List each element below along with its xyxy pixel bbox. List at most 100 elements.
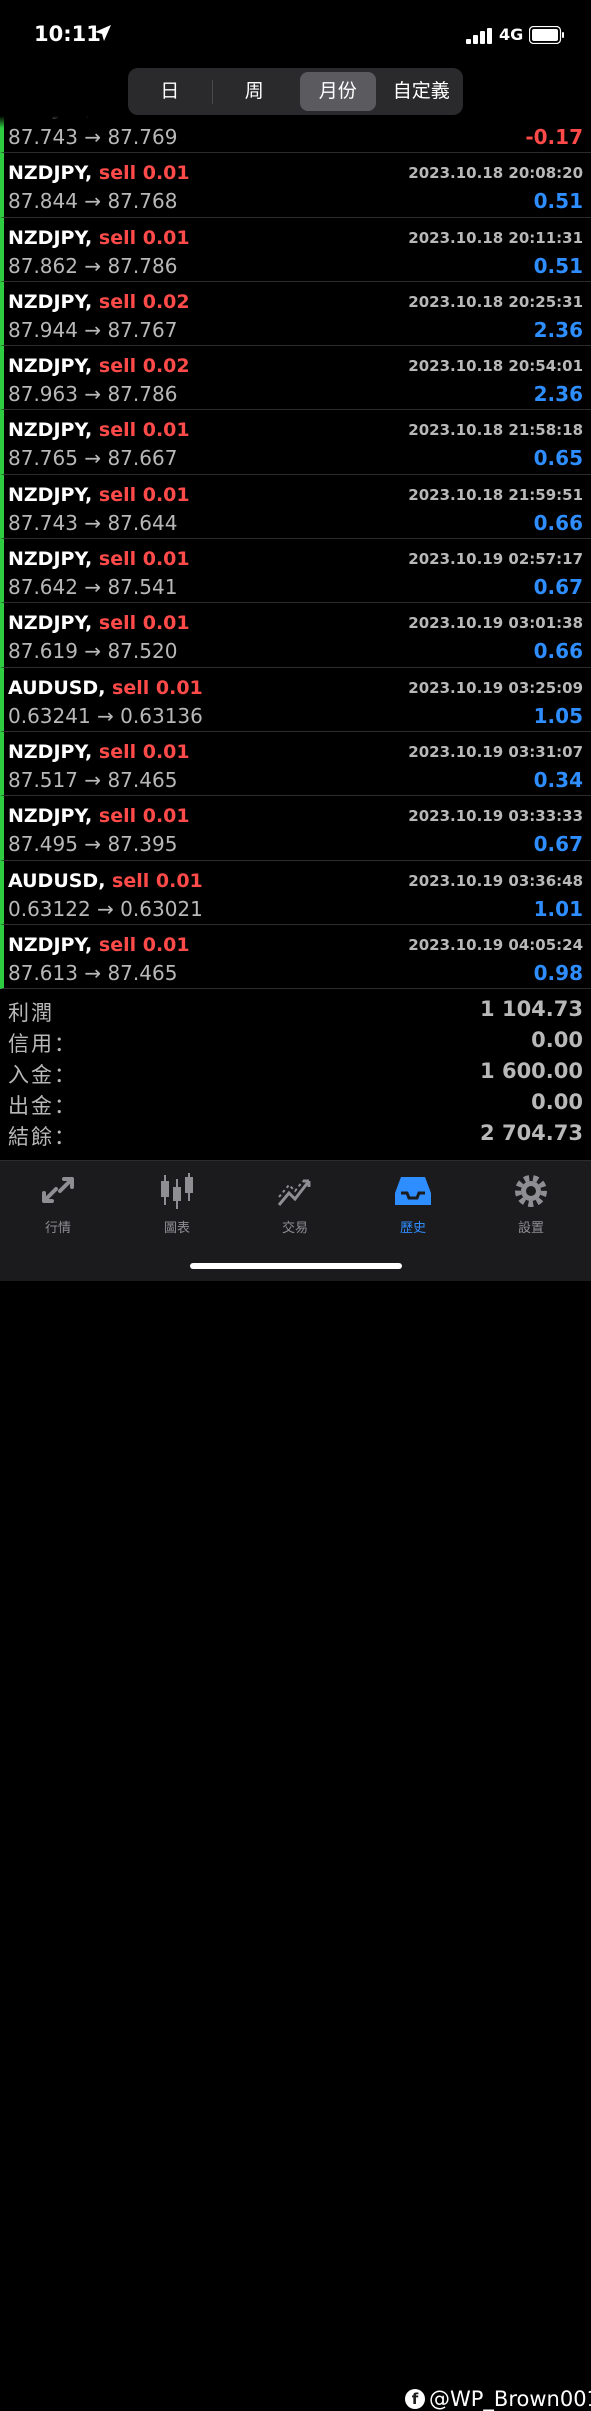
symbol-text: AUDUSD, <box>8 869 106 892</box>
trade-row[interactable]: NZDJPY, sell 0.01 87.517 → 87.465 2023.10.… <box>0 731 591 797</box>
trade-datetime: 2023.10.19 04:05:24 <box>408 935 583 954</box>
segment-day[interactable]: 日 <box>132 72 208 111</box>
trade-symbol: NZDJPY, sell 0.01 <box>8 162 190 184</box>
trade-row[interactable]: NZDJPY, sell 0.01 87.495 → 87.395 2023.10.… <box>0 796 591 861</box>
symbol-text: NZDJPY, <box>8 226 93 249</box>
summary-label: 入金： <box>8 1063 77 1087</box>
trade-prices: 87.517 → 87.465 <box>8 767 178 792</box>
period-selector: 日 周 月份 自定義 <box>128 68 463 115</box>
tab-label: 設置 <box>517 1221 544 1236</box>
trade-symbol: NZDJPY, sell 0.01 <box>8 934 190 956</box>
battery-icon <box>529 26 564 44</box>
trade-action: sell 0.01 <box>98 548 190 571</box>
trade-profit: -0.17 <box>525 125 583 149</box>
summary-deposit: 入金： 1 600.00 <box>0 1056 591 1087</box>
watermark: f @WP_Brown001 <box>405 2387 591 2411</box>
trade-datetime: 2023.10.19 03:36:48 <box>408 871 583 890</box>
trade-action: sell 0.01 <box>98 805 190 828</box>
trade-row[interactable]: NZDJPY, sell 0.01 87.844 → 87.768 2023.10.… <box>0 153 591 218</box>
segment-week[interactable]: 周 <box>217 72 293 111</box>
trade-symbol: NZDJPY, sell 0.01 <box>8 227 190 249</box>
trade-prices: 87.613 → 87.465 <box>8 960 178 985</box>
trade-profit: 0.67 <box>533 575 583 600</box>
summary-value: 1 104.73 <box>480 997 583 1021</box>
tab-chart[interactable]: 圖表 <box>127 1169 227 1239</box>
history-icon <box>395 1177 431 1205</box>
trade-symbol: NZDJPY, sell 0.01 <box>8 484 190 506</box>
network-type: 4G <box>499 25 524 44</box>
symbol-text: NZDJPY, <box>8 290 93 313</box>
trade-row[interactable]: NZDJPY, sell 0.01 87.862 → 87.786 2023.10.… <box>0 217 591 282</box>
segment-divider <box>211 79 213 104</box>
trade-prices: 87.619 → 87.520 <box>8 639 178 664</box>
segment-custom[interactable]: 自定義 <box>384 72 460 111</box>
trade-action: sell 0.01 <box>98 419 190 442</box>
summary-withdrawal: 出金： 0.00 <box>0 1087 591 1118</box>
signal-icon <box>466 28 492 44</box>
trade-row[interactable]: AUDUSD, sell 0.01 0.63241 → 0.63136 2023.1… <box>0 667 591 732</box>
symbol-text: AUDUSD, <box>8 676 106 699</box>
summary-value: 1 600.00 <box>480 1059 583 1083</box>
trade-action: sell 0.01 <box>98 162 190 185</box>
symbol-text: NZDJPY, <box>8 548 93 571</box>
summary-value: 2 704.73 <box>480 1121 583 1145</box>
summary-label: 利潤 <box>8 1001 54 1025</box>
trade-prices: 0.63241 → 0.63136 <box>8 703 203 728</box>
trade-datetime: 2023.10.18 20:11:31 <box>408 228 583 247</box>
tab-settings[interactable]: 設置 <box>481 1169 581 1239</box>
trade-action: sell 0.01 <box>112 676 203 699</box>
trade-action: sell 0.02 <box>98 355 190 378</box>
trade-row[interactable]: NZDJPY, sell 0.01 87.613 → 87.465 2023.10.… <box>0 924 591 990</box>
trade-prices: 87.743 → 87.644 <box>8 510 178 535</box>
trade-datetime: 2023.10.19 03:25:09 <box>408 678 583 697</box>
trade-profit: 2.36 <box>533 382 583 407</box>
summary-label: 信用： <box>8 1032 77 1056</box>
trade-history-list[interactable]: NZDJPY, sell 0.01 87.743 → 87.769 -0.17 NZD… <box>0 116 591 990</box>
trade-action: sell 0.01 <box>98 226 190 249</box>
symbol-text: NZDJPY, <box>8 740 93 763</box>
trade-datetime: 2023.10.19 03:31:07 <box>408 742 583 761</box>
trade-row[interactable]: NZDJPY, sell 0.01 87.642 → 87.541 2023.10.… <box>0 539 591 604</box>
trade-row[interactable]: NZDJPY, sell 0.01 87.743 → 87.644 2023.10.… <box>0 474 591 540</box>
trade-profit: 0.66 <box>533 510 583 535</box>
home-indicator <box>190 1263 402 1269</box>
trade-action: sell 0.01 <box>98 612 190 635</box>
trade-profit: 0.67 <box>533 832 583 857</box>
tab-label: 行情 <box>44 1221 71 1236</box>
watermark-text: @WP_Brown001 <box>429 2387 591 2411</box>
trade-datetime: 2023.10.18 20:25:31 <box>408 292 583 311</box>
tab-quotes[interactable]: 行情 <box>8 1169 108 1239</box>
trade-prices: 87.765 → 87.667 <box>8 446 178 471</box>
segment-month[interactable]: 月份 <box>300 72 376 111</box>
trade-symbol: NZDJPY, sell 0.02 <box>8 355 190 377</box>
trade-prices: 87.844 → 87.768 <box>8 189 178 214</box>
trade-prices: 87.862 → 87.786 <box>8 253 178 278</box>
trade-profit: 0.51 <box>533 189 583 214</box>
trade-row[interactable]: NZDJPY, sell 0.02 87.944 → 87.767 2023.10.… <box>0 281 591 347</box>
trade-action: sell 0.02 <box>98 290 190 313</box>
account-summary: 利潤 1 104.73 信用： 0.00 入金： 1 600.00 出金： 0.… <box>0 994 591 1149</box>
tab-trade[interactable]: 交易 <box>245 1169 345 1239</box>
trade-symbol: NZDJPY, sell 0.01 <box>8 741 190 763</box>
trade-row[interactable]: NZDJPY, sell 0.02 87.963 → 87.786 2023.10.… <box>0 346 591 411</box>
trade-prices: 0.63122 → 0.63021 <box>8 896 203 921</box>
settings-icon <box>515 1175 547 1207</box>
trade-icon <box>277 1179 311 1206</box>
trade-action: sell 0.01 <box>98 933 190 956</box>
tab-bar: 行情 圖表 交易 歷史 設置 f @WP_Brown001 <box>0 1160 591 2411</box>
summary-label: 出金： <box>8 1094 77 1118</box>
list-fade <box>0 116 591 128</box>
trade-profit: 0.34 <box>533 767 583 792</box>
trade-profit: 0.65 <box>533 446 583 471</box>
trade-profit: 0.66 <box>533 639 583 664</box>
trade-row[interactable]: AUDUSD, sell 0.01 0.63122 → 0.63021 2023.1… <box>0 860 591 925</box>
trade-row[interactable]: NZDJPY, sell 0.01 87.765 → 87.667 2023.10.… <box>0 410 591 475</box>
trade-row[interactable]: NZDJPY, sell 0.01 87.619 → 87.520 2023.10.… <box>0 603 591 668</box>
summary-profit: 利潤 1 104.73 <box>0 994 591 1025</box>
status-bar: 10:11 4G <box>0 0 591 70</box>
tab-history[interactable]: 歷史 <box>363 1169 463 1239</box>
trade-symbol: NZDJPY, sell 0.01 <box>8 548 190 570</box>
trade-profit: 0.98 <box>533 960 583 985</box>
symbol-text: NZDJPY, <box>8 612 93 635</box>
trade-symbol: NZDJPY, sell 0.01 <box>8 805 190 827</box>
